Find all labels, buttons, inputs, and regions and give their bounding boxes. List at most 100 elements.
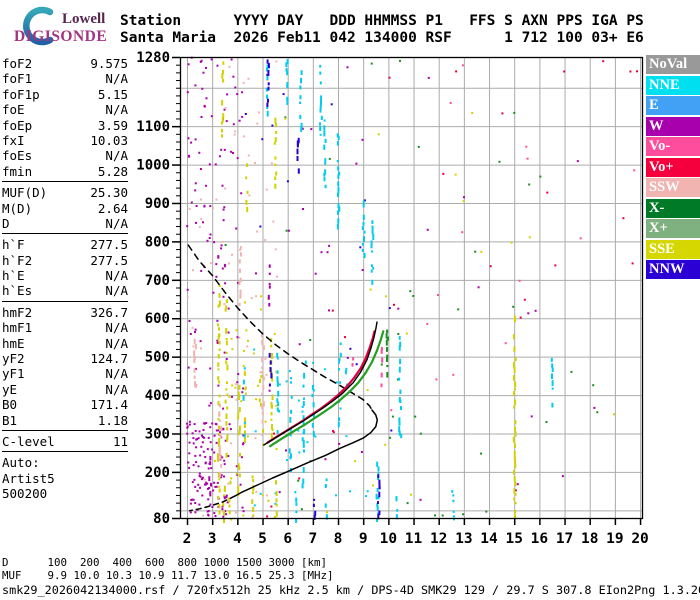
param-label: h`F xyxy=(2,237,25,253)
param-label: foF2 xyxy=(2,56,33,71)
muf-table: D 100 200 400 600 800 1000 1500 3000 [km… xyxy=(2,556,334,582)
param-row-foe: foE N/A xyxy=(2,102,128,117)
param-label: D xyxy=(2,215,10,231)
svg-text:200: 200 xyxy=(145,465,170,481)
d-distances-row: D 100 200 400 600 800 1000 1500 3000 [km… xyxy=(2,556,328,569)
param-label: fmin xyxy=(2,163,33,179)
svg-text:300: 300 xyxy=(145,426,170,442)
param-label: yF1 xyxy=(2,366,25,382)
param-separator xyxy=(2,181,128,183)
logo-digisonde-text: DIGISONDE xyxy=(14,28,108,45)
param-row-mufd: MUF(D) 25.30 xyxy=(2,185,128,200)
param-value: N/A xyxy=(105,320,128,336)
param-value: 277.5 xyxy=(90,252,128,268)
param-label: MUF(D) xyxy=(2,185,48,201)
legend-item-sse: SSE xyxy=(646,239,700,259)
param-value: 171.4 xyxy=(90,397,128,413)
svg-text:2: 2 xyxy=(183,531,192,547)
autoscaler-line: Auto: xyxy=(2,455,40,471)
param-value: N/A xyxy=(105,268,128,284)
param-label: h`E xyxy=(2,268,25,284)
y-axis-labels: 1280 1100 1000 900 800 700 600 500 400 300 200 80 xyxy=(136,50,170,527)
param-value: N/A xyxy=(105,148,128,164)
param-row-hme: hmE N/A xyxy=(2,336,128,351)
param-label: B1 xyxy=(2,412,18,428)
svg-text:900: 900 xyxy=(145,196,170,212)
svg-text:80: 80 xyxy=(153,511,170,527)
muf-values-row: MUF 9.9 10.0 10.3 10.9 11.7 13.0 16.5 25… xyxy=(2,569,334,583)
param-label: foF1p xyxy=(2,86,40,102)
param-label: h`F2 xyxy=(2,252,33,268)
param-value: 326.7 xyxy=(90,304,128,320)
svg-text:1280: 1280 xyxy=(136,50,170,66)
svg-text:800: 800 xyxy=(145,234,170,250)
logo-lowell-text: Lowell xyxy=(62,11,106,27)
param-value: N/A xyxy=(105,366,128,382)
param-separator xyxy=(2,233,128,235)
axis-ticks xyxy=(172,56,642,525)
param-value: 5.15 xyxy=(97,86,128,102)
param-value: N/A xyxy=(105,102,128,118)
legend-item-noval: NoVal xyxy=(646,55,700,74)
param-label: B0 xyxy=(2,397,18,413)
legend-item-nnw: NNW xyxy=(646,260,700,279)
param-row-hmf2: hmF2 326.7 xyxy=(2,305,128,320)
param-value: 277.5 xyxy=(90,237,128,253)
series-o-trace xyxy=(266,330,376,444)
param-value: 5.28 xyxy=(97,163,128,179)
param-row-foes: foEs N/A xyxy=(2,148,128,163)
param-row-hmf1: hmF1 N/A xyxy=(2,320,128,335)
svg-text:14: 14 xyxy=(480,531,498,547)
param-label: hmF1 xyxy=(2,320,33,336)
svg-text:12: 12 xyxy=(430,531,447,547)
legend-item-nne: NNE xyxy=(646,75,700,95)
param-label: foEp xyxy=(2,117,33,133)
param-label: hmF2 xyxy=(2,304,33,320)
param-value: 1.18 xyxy=(97,412,128,428)
param-label: M(D) xyxy=(2,200,33,216)
param-label: h`Es xyxy=(2,283,33,299)
svg-text:11: 11 xyxy=(405,531,423,547)
legend-item-vo-: Vo+ xyxy=(646,157,700,177)
svg-text:4: 4 xyxy=(233,531,242,547)
param-row-fof1: foF1 N/A xyxy=(2,71,128,86)
svg-text:18: 18 xyxy=(581,531,598,547)
svg-text:8: 8 xyxy=(334,531,343,547)
svg-text:7: 7 xyxy=(308,531,317,547)
param-label: foF1 xyxy=(2,71,33,87)
param-row-foep: foEp 3.59 xyxy=(2,118,128,133)
digisonde-logo: Lowell DIGISONDE xyxy=(6,2,136,52)
svg-text:10: 10 xyxy=(380,531,397,547)
header-values-line: Santa Maria 2026 Feb11 042 134000 RSF 1 … xyxy=(120,29,644,46)
param-label: yF2 xyxy=(2,351,25,367)
param-label: hmE xyxy=(2,335,25,351)
autoscaler-line: Artist5 xyxy=(2,470,55,486)
param-value: N/A xyxy=(105,381,128,397)
x-axis-labels: 2 3 4 5 6 7 8 9 10 11 12 13 14 15 16 17 18 19 20 xyxy=(183,531,649,547)
header-block: Station YYYY DAY DDD HHMMSS P1 FFS S AXN… xyxy=(120,13,644,46)
param-separator xyxy=(2,451,128,453)
param-value: 9.575 xyxy=(90,56,128,71)
param-value: 10.03 xyxy=(90,132,128,148)
series-x-trace xyxy=(269,330,385,448)
param-row-hes: h`Es N/A xyxy=(2,283,128,298)
param-value: 2.64 xyxy=(97,200,128,216)
svg-text:500: 500 xyxy=(145,350,170,366)
legend-item-e: E xyxy=(646,96,700,115)
param-row-d: D N/A xyxy=(2,216,128,231)
svg-text:16: 16 xyxy=(531,531,548,547)
param-row-fmin: fmin 5.28 xyxy=(2,164,128,179)
svg-text:400: 400 xyxy=(145,388,170,404)
param-value: N/A xyxy=(105,335,128,351)
param-label: yE xyxy=(2,381,18,397)
param-value: 25.30 xyxy=(90,185,128,201)
echo-legend: NoVal NNE E W Vo- Vo+ SSW X- X+ SSE NNW xyxy=(646,55,700,281)
param-row-clevel: C-level 11 xyxy=(2,434,128,449)
svg-text:19: 19 xyxy=(606,531,623,547)
param-label: fxI xyxy=(2,132,25,148)
param-row-b1: B1 1.18 xyxy=(2,413,128,428)
svg-text:9: 9 xyxy=(359,531,368,547)
parameter-panel: foF2 9.575 foF1 N/A foF1p 5.15 foE N/A foEp 3.59 f… xyxy=(2,56,128,502)
svg-text:1100: 1100 xyxy=(136,119,170,135)
param-row-hf2: h`F2 277.5 xyxy=(2,253,128,268)
